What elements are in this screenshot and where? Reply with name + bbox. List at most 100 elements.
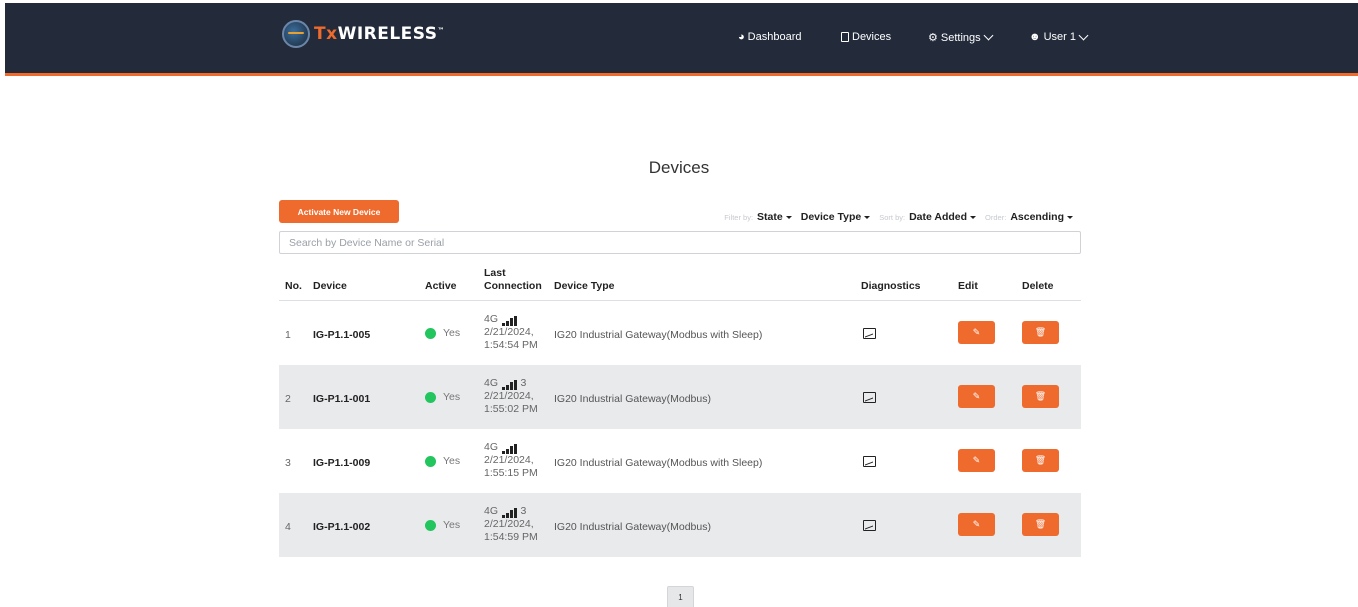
nav-settings-dropdown[interactable]: ⚙ Settings: [928, 30, 994, 44]
delete-button[interactable]: 🗑: [1022, 385, 1059, 408]
table-body: 1 IG-P1.1-005 Yes 4G 2/21/2024, 1:54:54 PM IG2…: [279, 301, 1081, 557]
edit-button[interactable]: ✎: [958, 513, 995, 536]
device-name[interactable]: IG-P1.1-002: [313, 521, 370, 533]
sort-date-added-dropdown[interactable]: Date Added: [909, 211, 977, 223]
active-dot-icon: [425, 327, 436, 339]
trash-icon: 🗑: [1034, 455, 1047, 465]
brand-wordmark: TxWIRELESS™: [314, 24, 446, 44]
signal-bars-icon: [502, 380, 517, 390]
page-1-button[interactable]: 1: [667, 586, 694, 607]
last-connection: 4G 2/21/2024, 1:55:15 PM: [484, 441, 538, 480]
nav-devices-label: Devices: [852, 31, 892, 43]
delete-button[interactable]: 🗑: [1022, 449, 1059, 472]
globe-logo-icon: [282, 20, 310, 48]
state-filter-dropdown[interactable]: State: [757, 211, 792, 223]
table-row: 2 IG-P1.1-001 Yes 4G 3 2/21/2024, 1:55:02 PM IG…: [279, 365, 1081, 429]
header-device-type[interactable]: Device Type: [554, 280, 615, 293]
connection-date: 2/21/2024,: [484, 390, 534, 402]
active-status: Yes: [425, 327, 460, 339]
device-name[interactable]: IG-P1.1-005: [313, 329, 370, 341]
nav-devices[interactable]: Devices: [841, 31, 891, 43]
navbar-accent-line: [5, 73, 1358, 76]
order-ascending-dropdown[interactable]: Ascending: [1010, 211, 1073, 223]
header-no[interactable]: No.: [285, 280, 302, 293]
signal-bars-icon: [502, 444, 517, 454]
trash-icon: 🗑: [1034, 391, 1047, 401]
activate-new-device-button[interactable]: Activate New Device: [279, 200, 399, 223]
top-navbar: [5, 3, 1358, 73]
header-active[interactable]: Active: [425, 280, 457, 293]
dashboard-icon: ◕: [738, 31, 745, 43]
table-row: 4 IG-P1.1-002 Yes 4G 3 2/21/2024, 1:54:59 PM IG…: [279, 493, 1081, 557]
diagnostics-chart-icon[interactable]: [863, 392, 876, 403]
signal-indicator: 4G 3: [484, 505, 527, 518]
active-dot-icon: [425, 391, 436, 403]
device-type: IG20 Industrial Gateway(Modbus): [554, 521, 711, 533]
connection-time: 1:54:54 PM: [484, 339, 538, 351]
header-last-connection[interactable]: Last Connection: [484, 267, 542, 293]
brand-logo[interactable]: TxWIRELESS™: [282, 20, 445, 48]
trash-icon: 🗑: [1034, 327, 1047, 337]
connection-time: 1:54:59 PM: [484, 531, 538, 543]
row-number: 2: [285, 393, 291, 405]
caret-down-icon: [785, 215, 792, 219]
signal-indicator: 4G: [484, 313, 538, 326]
device-name[interactable]: IG-P1.1-009: [313, 457, 370, 469]
row-number: 1: [285, 329, 291, 341]
caret-down-icon: [970, 215, 977, 219]
edit-button[interactable]: ✎: [958, 449, 995, 472]
devices-table: No. Device Active Last Connection Device …: [279, 262, 1081, 557]
active-status: Yes: [425, 455, 460, 467]
active-dot-icon: [425, 455, 436, 467]
caret-down-icon: [864, 215, 871, 219]
sort-by-label: Sort by:: [879, 213, 906, 222]
caret-down-icon: [1067, 215, 1073, 219]
connection-date: 2/21/2024,: [484, 518, 534, 530]
trash-icon: 🗑: [1034, 519, 1047, 529]
connection-date: 2/21/2024,: [484, 326, 534, 338]
device-type-filter-dropdown[interactable]: Device Type: [801, 211, 871, 223]
delete-button[interactable]: 🗑: [1022, 321, 1059, 344]
diagnostics-chart-icon[interactable]: [863, 456, 876, 467]
row-number: 3: [285, 457, 291, 469]
signal-indicator: 4G: [484, 441, 538, 454]
device-name[interactable]: IG-P1.1-001: [313, 393, 370, 405]
gears-icon: ⚙: [928, 32, 938, 44]
nav-user-label: User 1: [1043, 31, 1076, 43]
header-edit: Edit: [958, 280, 978, 292]
header-delete: Delete: [1022, 280, 1054, 292]
filter-sort-bar: Filter by: State Device Type Sort by: Da…: [724, 211, 1073, 223]
chevron-down-icon: [983, 30, 994, 41]
active-status: Yes: [425, 519, 460, 531]
last-connection: 4G 3 2/21/2024, 1:54:59 PM: [484, 505, 538, 544]
table-header: No. Device Active Last Connection Device …: [279, 262, 1081, 301]
search-input[interactable]: [279, 231, 1081, 254]
table-row: 3 IG-P1.1-009 Yes 4G 2/21/2024, 1:55:15 PM IG2…: [279, 429, 1081, 493]
active-status: Yes: [425, 391, 460, 403]
delete-button[interactable]: 🗑: [1022, 513, 1059, 536]
nav-settings-label: Settings: [940, 31, 981, 44]
chevron-down-icon: [1078, 30, 1089, 40]
nav-dashboard[interactable]: ◕ Dashboard: [738, 31, 801, 43]
order-label: Order:: [985, 213, 1007, 222]
diagnostics-chart-icon[interactable]: [863, 328, 876, 339]
filter-by-label: Filter by:: [724, 213, 754, 222]
signal-indicator: 4G 3: [484, 377, 527, 390]
signal-bars-icon: [502, 316, 517, 326]
diagnostics-chart-icon[interactable]: [863, 520, 876, 531]
connection-time: 1:55:02 PM: [484, 403, 538, 415]
nav-user-dropdown[interactable]: ☻ User 1: [1029, 30, 1089, 43]
device-type: IG20 Industrial Gateway(Modbus): [554, 393, 711, 405]
header-diagnostics: Diagnostics: [861, 280, 921, 292]
connection-time: 1:55:15 PM: [484, 467, 538, 479]
header-device[interactable]: Device: [313, 280, 347, 293]
edit-button[interactable]: ✎: [958, 321, 995, 344]
device-icon: [841, 32, 849, 42]
last-connection: 4G 3 2/21/2024, 1:55:02 PM: [484, 377, 538, 416]
table-row: 1 IG-P1.1-005 Yes 4G 2/21/2024, 1:54:54 PM IG2…: [279, 301, 1081, 365]
active-dot-icon: [425, 519, 436, 531]
edit-icon: ✎: [972, 327, 981, 337]
device-type: IG20 Industrial Gateway(Modbus with Slee…: [554, 329, 763, 341]
edit-button[interactable]: ✎: [958, 385, 995, 408]
page-title: Devices: [648, 158, 710, 177]
